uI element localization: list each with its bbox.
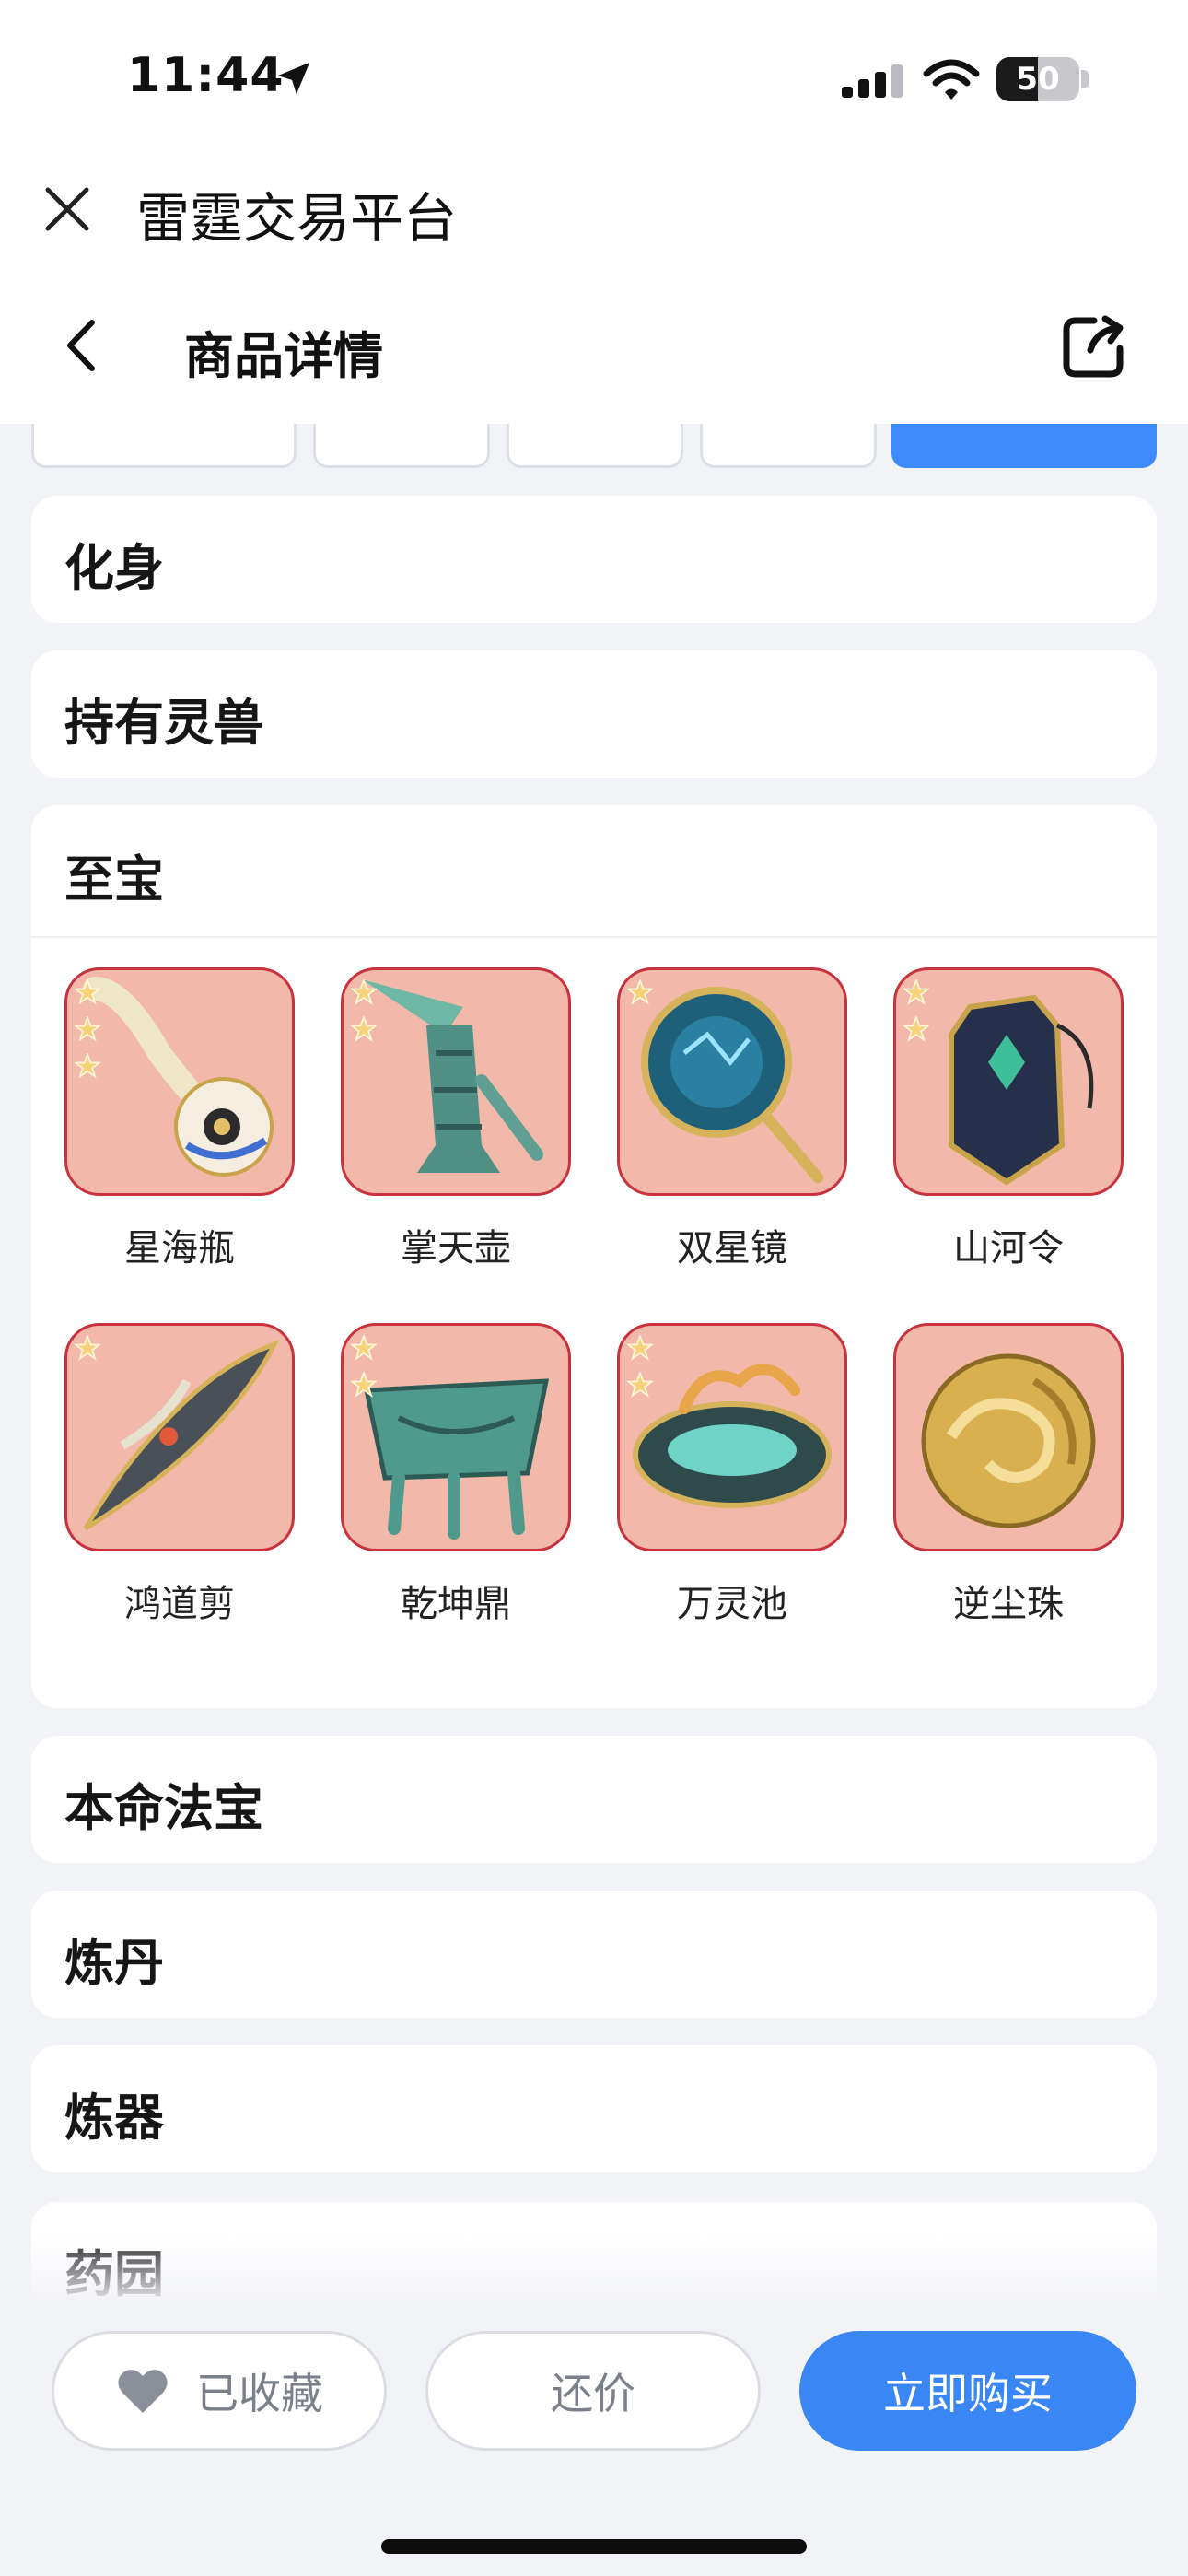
treasure-image (64, 1323, 295, 1551)
section-divider (31, 936, 1157, 938)
rating-stars (627, 979, 664, 1016)
treasure-name: 万灵池 (677, 1583, 787, 1625)
rating-stars (351, 1335, 388, 1409)
section-title: 炼器 (64, 2089, 164, 2147)
treasure-image (893, 967, 1124, 1196)
treasure-item[interactable]: 双星镜 (617, 967, 847, 1270)
buy-now-button[interactable]: 立即购买 (799, 2331, 1136, 2451)
tab-chip[interactable] (507, 424, 683, 468)
star-icon (627, 1372, 653, 1398)
star-icon (903, 979, 929, 1005)
rating-stars (627, 1335, 664, 1409)
treasure-image (341, 1323, 571, 1551)
star-icon (351, 979, 377, 1005)
treasure-image (617, 1323, 847, 1551)
orb-illustration (921, 1353, 1096, 1528)
share-external-icon[interactable] (1059, 311, 1129, 381)
treasure-item[interactable]: 逆尘珠 (893, 1323, 1124, 1625)
treasure-item[interactable]: 掌天壶 (341, 967, 571, 1270)
treasure-name: 鸿道剪 (124, 1583, 235, 1625)
treasure-item[interactable]: 万灵池 (617, 1323, 847, 1625)
rating-stars (75, 1335, 111, 1372)
star-icon (903, 1016, 929, 1042)
wifi-icon (923, 59, 980, 100)
section-forging[interactable]: 炼器 (31, 2045, 1157, 2172)
treasure-name: 山河令 (953, 1227, 1064, 1270)
favorite-label: 已收藏 (196, 2369, 323, 2418)
treasure-item[interactable]: 鸿道剪 (64, 1323, 295, 1625)
battery-level: 50 (1016, 61, 1060, 98)
treasure-name: 乾坤鼎 (401, 1583, 511, 1625)
rating-stars (351, 979, 388, 1053)
section-title: 炼丹 (64, 1934, 164, 1992)
section-title: 至宝 (64, 850, 164, 908)
cellular-signal-icon (842, 64, 903, 98)
treasure-image (893, 1323, 1124, 1551)
treasure-item[interactable]: 星海瓶 (64, 967, 295, 1270)
star-icon (75, 1016, 100, 1042)
treasure-item[interactable]: 乾坤鼎 (341, 1323, 571, 1625)
star-icon (75, 979, 100, 1005)
treasure-image (64, 967, 295, 1196)
counter-offer-button[interactable]: 还价 (425, 2331, 761, 2451)
chevron-left-icon[interactable] (61, 317, 103, 374)
page-title: 商品详情 (184, 327, 383, 385)
scroll-fade (0, 2230, 1188, 2303)
home-indicator (381, 2539, 807, 2554)
close-icon[interactable] (42, 184, 92, 234)
counter-offer-label: 还价 (551, 2369, 635, 2418)
treasure-image (341, 967, 571, 1196)
rating-stars (75, 979, 111, 1090)
section-beasts[interactable]: 持有灵兽 (31, 650, 1157, 778)
buy-now-label: 立即购买 (883, 2369, 1053, 2418)
tab-chip[interactable] (31, 424, 297, 468)
treasure-image (617, 967, 847, 1196)
battery-icon: 50 (996, 57, 1079, 101)
star-icon (627, 979, 653, 1005)
section-title: 持有灵兽 (64, 694, 263, 752)
section-title: 本命法宝 (64, 1779, 263, 1837)
tab-chip[interactable] (700, 424, 877, 468)
battery-cap (1081, 70, 1089, 88)
favorite-button[interactable]: 已收藏 (52, 2331, 387, 2451)
treasure-item[interactable]: 山河令 (893, 967, 1124, 1270)
treasure-name: 逆尘珠 (953, 1583, 1064, 1625)
section-treasures: 至宝 星海瓶 掌天壶 双星镜 山河令 鸿道剪 乾坤鼎 万灵池 逆尘珠 (31, 805, 1157, 1708)
section-alchemy[interactable]: 炼丹 (31, 1891, 1157, 2018)
app-title: 雷霆交易平台 (136, 187, 458, 250)
treasure-name: 掌天壶 (401, 1227, 511, 1270)
section-title: 化身 (64, 539, 164, 597)
rating-stars (903, 979, 940, 1053)
star-icon (627, 1335, 653, 1361)
star-icon (351, 1335, 377, 1361)
treasure-name: 双星镜 (677, 1227, 787, 1270)
tab-chip-active[interactable] (891, 424, 1157, 468)
section-natal-treasure[interactable]: 本命法宝 (31, 1736, 1157, 1863)
section-avatar[interactable]: 化身 (31, 496, 1157, 623)
heart-icon (118, 2370, 168, 2413)
star-icon (351, 1016, 377, 1042)
tab-chip[interactable] (313, 424, 490, 468)
treasure-name: 星海瓶 (124, 1227, 235, 1270)
star-icon (75, 1053, 100, 1079)
location-arrow-icon (277, 62, 310, 95)
star-icon (75, 1335, 100, 1361)
status-time: 11:44 (127, 48, 285, 103)
star-icon (351, 1372, 377, 1398)
